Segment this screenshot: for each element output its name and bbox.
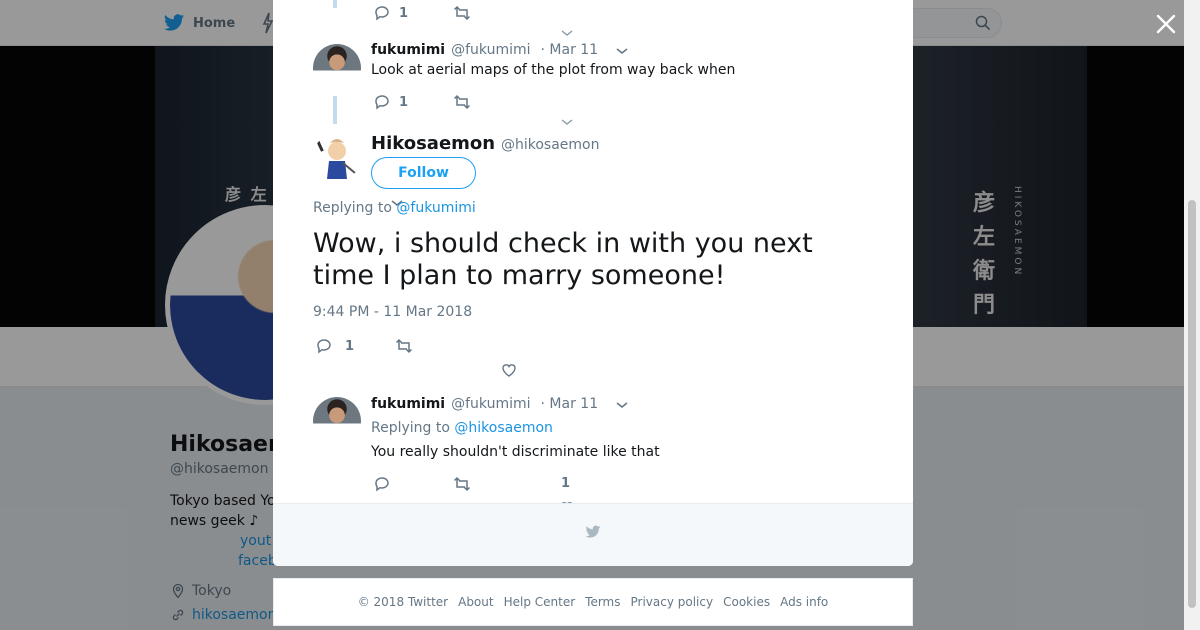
thread-connector: [333, 0, 337, 8]
reply-button[interactable]: 1: [315, 337, 354, 355]
reply-icon: [375, 6, 389, 21]
tweet-header: fukumimi @fukumimi · Mar 11: [371, 396, 598, 412]
retweet-icon[interactable]: [453, 4, 471, 22]
replying-to-label: Replying to: [313, 200, 392, 216]
heart-icon[interactable]: [500, 361, 518, 379]
replying-to-handle[interactable]: @fukumimi: [396, 200, 475, 216]
footer-link-privacy-policy[interactable]: Privacy policy: [631, 595, 714, 609]
reply-button[interactable]: 1: [373, 4, 408, 22]
reply-count: 1: [345, 338, 355, 354]
replying-to-line: Replying to @fukumimi: [313, 200, 476, 216]
hikosaemon-avatar-illustration: [315, 137, 356, 179]
tweet-author-name[interactable]: fukumimi: [371, 42, 445, 58]
tweet-author-handle[interactable]: @fukumimi: [451, 42, 530, 58]
replying-to-line: Replying to @hikosaemon: [371, 420, 553, 436]
modal-footer: [273, 503, 913, 566]
tweet-modal: 1 fukumimi @fukumimi · Mar 11 Look at ae…: [273, 0, 913, 566]
reply-count: 1: [399, 5, 409, 21]
footer-link-help-center[interactable]: Help Center: [504, 595, 576, 609]
reply-icon[interactable]: [373, 475, 391, 493]
tweet-date[interactable]: · Mar 11: [541, 42, 599, 58]
footer-link-ads-info[interactable]: Ads info: [780, 595, 828, 609]
chevron-down-icon[interactable]: [615, 400, 629, 410]
follow-button[interactable]: Follow: [371, 157, 476, 189]
site-footer-links: © 2018 Twitter About Help Center Terms P…: [273, 578, 913, 626]
avatar[interactable]: [313, 133, 361, 181]
like-count: 1: [561, 476, 571, 491]
reply-count: 1: [399, 94, 409, 110]
avatar[interactable]: [313, 44, 361, 92]
reply-icon: [317, 339, 331, 354]
chevron-down-icon[interactable]: [560, 28, 574, 38]
close-icon[interactable]: [1154, 12, 1178, 36]
chevron-down-icon[interactable]: [615, 46, 629, 56]
thread-connector: [333, 96, 337, 124]
main-tweet-author-name[interactable]: Hikosaemon: [371, 133, 495, 154]
chevron-down-icon[interactable]: [560, 117, 574, 127]
footer-link-about[interactable]: About: [458, 595, 493, 609]
main-tweet-author-handle[interactable]: @hikosaemon: [501, 137, 600, 153]
tweet-text: You really shouldn't discriminate like t…: [371, 444, 660, 460]
tweet-text: Look at aerial maps of the plot from way…: [371, 62, 736, 78]
page-scrollbar[interactable]: [1184, 0, 1200, 630]
main-tweet-timestamp[interactable]: 9:44 PM - 11 Mar 2018: [313, 304, 472, 320]
scrollbar-thumb[interactable]: [1188, 200, 1196, 608]
retweet-icon[interactable]: [453, 93, 471, 111]
tweet-header: fukumimi @fukumimi · Mar 11: [371, 42, 598, 58]
footer-link-terms[interactable]: Terms: [585, 595, 620, 609]
footer-copyright: © 2018 Twitter: [357, 595, 449, 609]
footer-link-cookies[interactable]: Cookies: [723, 595, 770, 609]
reply-button[interactable]: 1: [373, 93, 408, 111]
reply-icon: [375, 95, 389, 110]
replying-to-label: Replying to: [371, 420, 450, 436]
avatar[interactable]: [313, 397, 361, 445]
main-tweet-text: Wow, i should check in with you next tim…: [313, 228, 813, 291]
tweet-author-handle[interactable]: @fukumimi: [451, 396, 530, 412]
retweet-icon[interactable]: [395, 337, 413, 355]
retweet-icon[interactable]: [453, 475, 471, 493]
tweet-date[interactable]: · Mar 11: [541, 396, 599, 412]
replying-to-handle[interactable]: @hikosaemon: [454, 420, 553, 436]
tweet-author-name[interactable]: fukumimi: [371, 396, 445, 412]
twitter-bird-icon: [585, 525, 601, 538]
